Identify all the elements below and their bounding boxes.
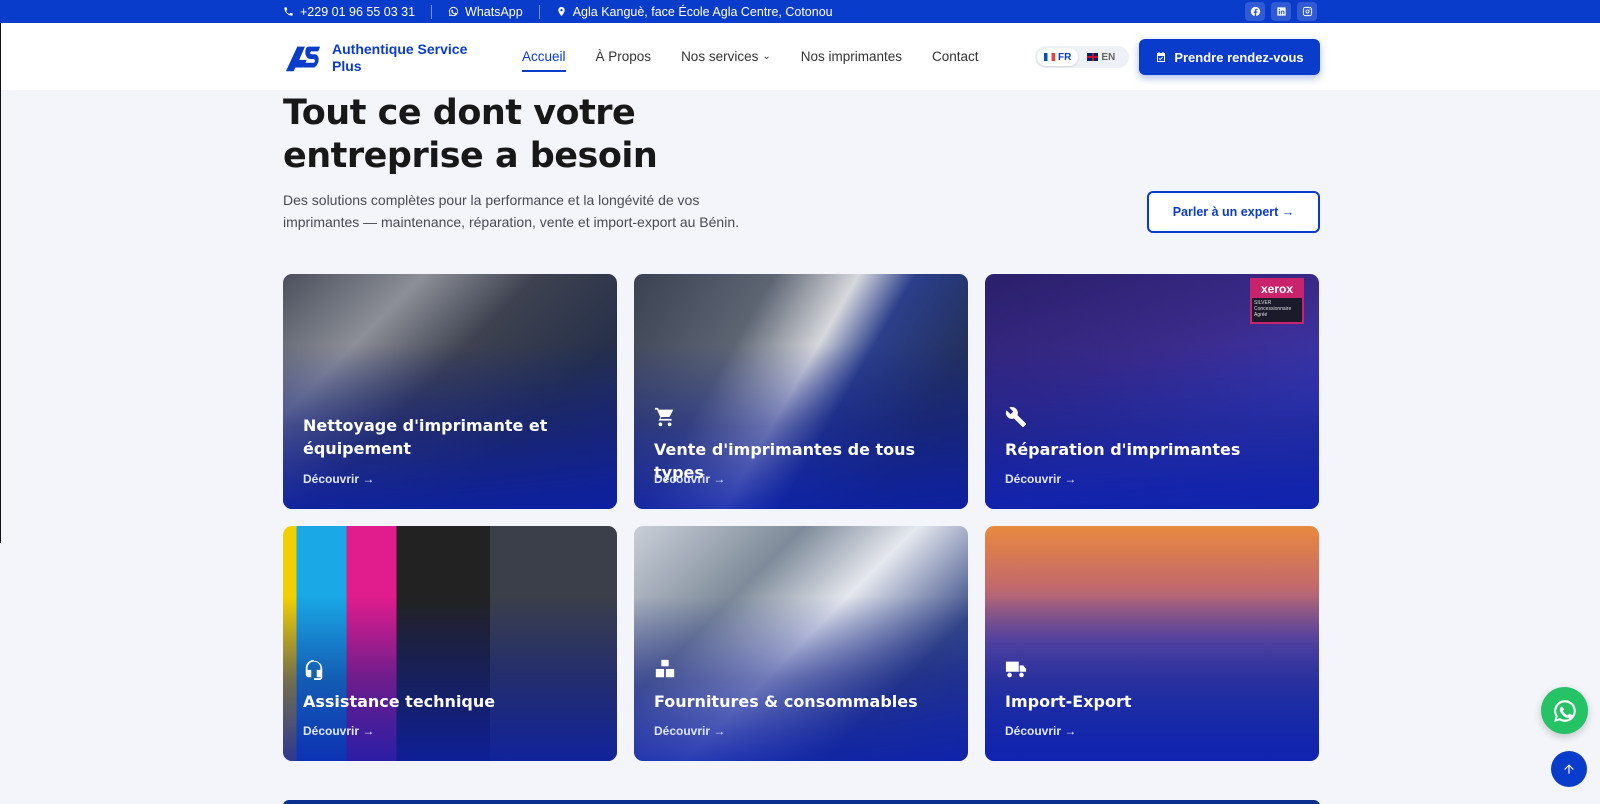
language-switcher: FR EN [1035,46,1129,68]
logo-mark-icon [285,46,321,72]
discover-link[interactable]: Découvrir → [654,724,725,738]
xerox-logo: xerox [1252,280,1302,298]
lang-en-label: EN [1101,51,1116,63]
divider [538,4,540,19]
instagram-link[interactable] [1297,2,1317,21]
next-section-edge [283,800,1320,804]
nav-about[interactable]: À Propos [596,49,652,64]
whatsapp-link[interactable]: WhatsApp [448,5,539,19]
address-text: Agla Kanguè, face École Agla Centre, Cot… [572,4,833,19]
logo-text: Authentique Service Plus [332,41,468,74]
section-subtitle: Des solutions complètes pour la performa… [283,192,740,230]
france-flag-icon [1044,53,1055,61]
phone-icon [284,7,293,16]
divider [431,4,433,19]
card-title: Import-Export [1005,692,1132,711]
main-nav: Accueil À Propos Nos services ⌄ Nos impr… [522,23,979,90]
tools-icon [1005,406,1029,430]
location-pin-icon [558,6,565,17]
nav-services-label: Nos services [681,49,759,64]
service-card-cleaning[interactable]: Nettoyage d'imprimante et équipement Déc… [283,274,617,509]
address: Agla Kanguè, face École Agla Centre, Cot… [556,5,849,19]
nav-services[interactable]: Nos services ⌄ [681,49,771,64]
nav-contact[interactable]: Contact [932,49,979,64]
arrow-up-icon [1564,764,1574,774]
lang-en[interactable]: EN [1080,48,1122,66]
card-title: Nettoyage d'imprimante et équipement [303,416,548,458]
discover-link[interactable]: Découvrir → [303,472,374,486]
uk-flag-icon [1087,53,1099,61]
xerox-badge: xerox SILVER Concessionnaire Agréé [1250,278,1304,324]
service-card-import-export[interactable]: Import-Export Découvrir → [985,526,1319,761]
calendar-check-icon [1157,52,1166,62]
lang-fr[interactable]: FR [1037,48,1079,66]
nav-printers[interactable]: Nos imprimantes [801,49,902,64]
discover-link[interactable]: Découvrir → [654,472,725,486]
phone-number: +229 01 96 55 03 31 [300,4,416,19]
discover-link[interactable]: Découvrir → [303,724,374,738]
whatsapp-icon [448,6,459,17]
card-title: Assistance technique [303,692,496,711]
chevron-down-icon: ⌄ [762,51,771,62]
back-to-top-button[interactable] [1551,751,1587,787]
discover-link[interactable]: Découvrir → [1005,472,1076,486]
section-title: Tout ce dont votre entreprise a besoin [283,93,658,176]
cart-icon [654,406,678,430]
whatsapp-icon [1553,699,1576,722]
card-title: Fournitures & consommables [654,692,918,711]
main-header: Authentique Service Plus Accueil À Propo… [0,23,1600,90]
talk-to-expert-button[interactable]: Parler à un expert → [1147,191,1320,233]
whatsapp-label: WhatsApp [465,4,523,19]
linkedin-link[interactable] [1271,2,1291,21]
site-logo[interactable]: Authentique Service Plus [284,41,482,75]
discover-link[interactable]: Découvrir → [1005,724,1076,738]
appointment-button-label: Prendre rendez-vous [1174,49,1304,65]
linkedin-icon [1276,7,1286,16]
phone-link[interactable]: +229 01 96 55 03 31 [283,5,431,19]
facebook-icon [1250,6,1260,17]
top-bar: +229 01 96 55 03 31 WhatsApp Agla Kanguè… [0,0,1600,23]
boxes-icon [654,658,678,682]
whatsapp-float-button[interactable] [1541,687,1588,734]
divider [0,23,1,543]
service-card-sales[interactable]: Vente d'imprimantes de tous types Découv… [634,274,968,509]
card-title: Réparation d'imprimantes [1005,440,1241,459]
instagram-icon [1302,6,1312,17]
badge-text: Concessionnaire Agréé [1254,306,1292,318]
headset-icon [303,658,327,682]
truck-icon [1005,658,1029,682]
nav-home[interactable]: Accueil [522,49,566,72]
facebook-link[interactable] [1245,2,1265,21]
service-card-supplies[interactable]: Fournitures & consommables Découvrir → [634,526,968,761]
service-card-support[interactable]: Assistance technique Découvrir → [283,526,617,761]
service-card-repair[interactable]: xerox SILVER Concessionnaire Agréé Répar… [985,274,1319,509]
appointment-button[interactable]: Prendre rendez-vous [1139,39,1320,75]
social-links [1245,2,1317,21]
lang-fr-label: FR [1058,51,1072,63]
